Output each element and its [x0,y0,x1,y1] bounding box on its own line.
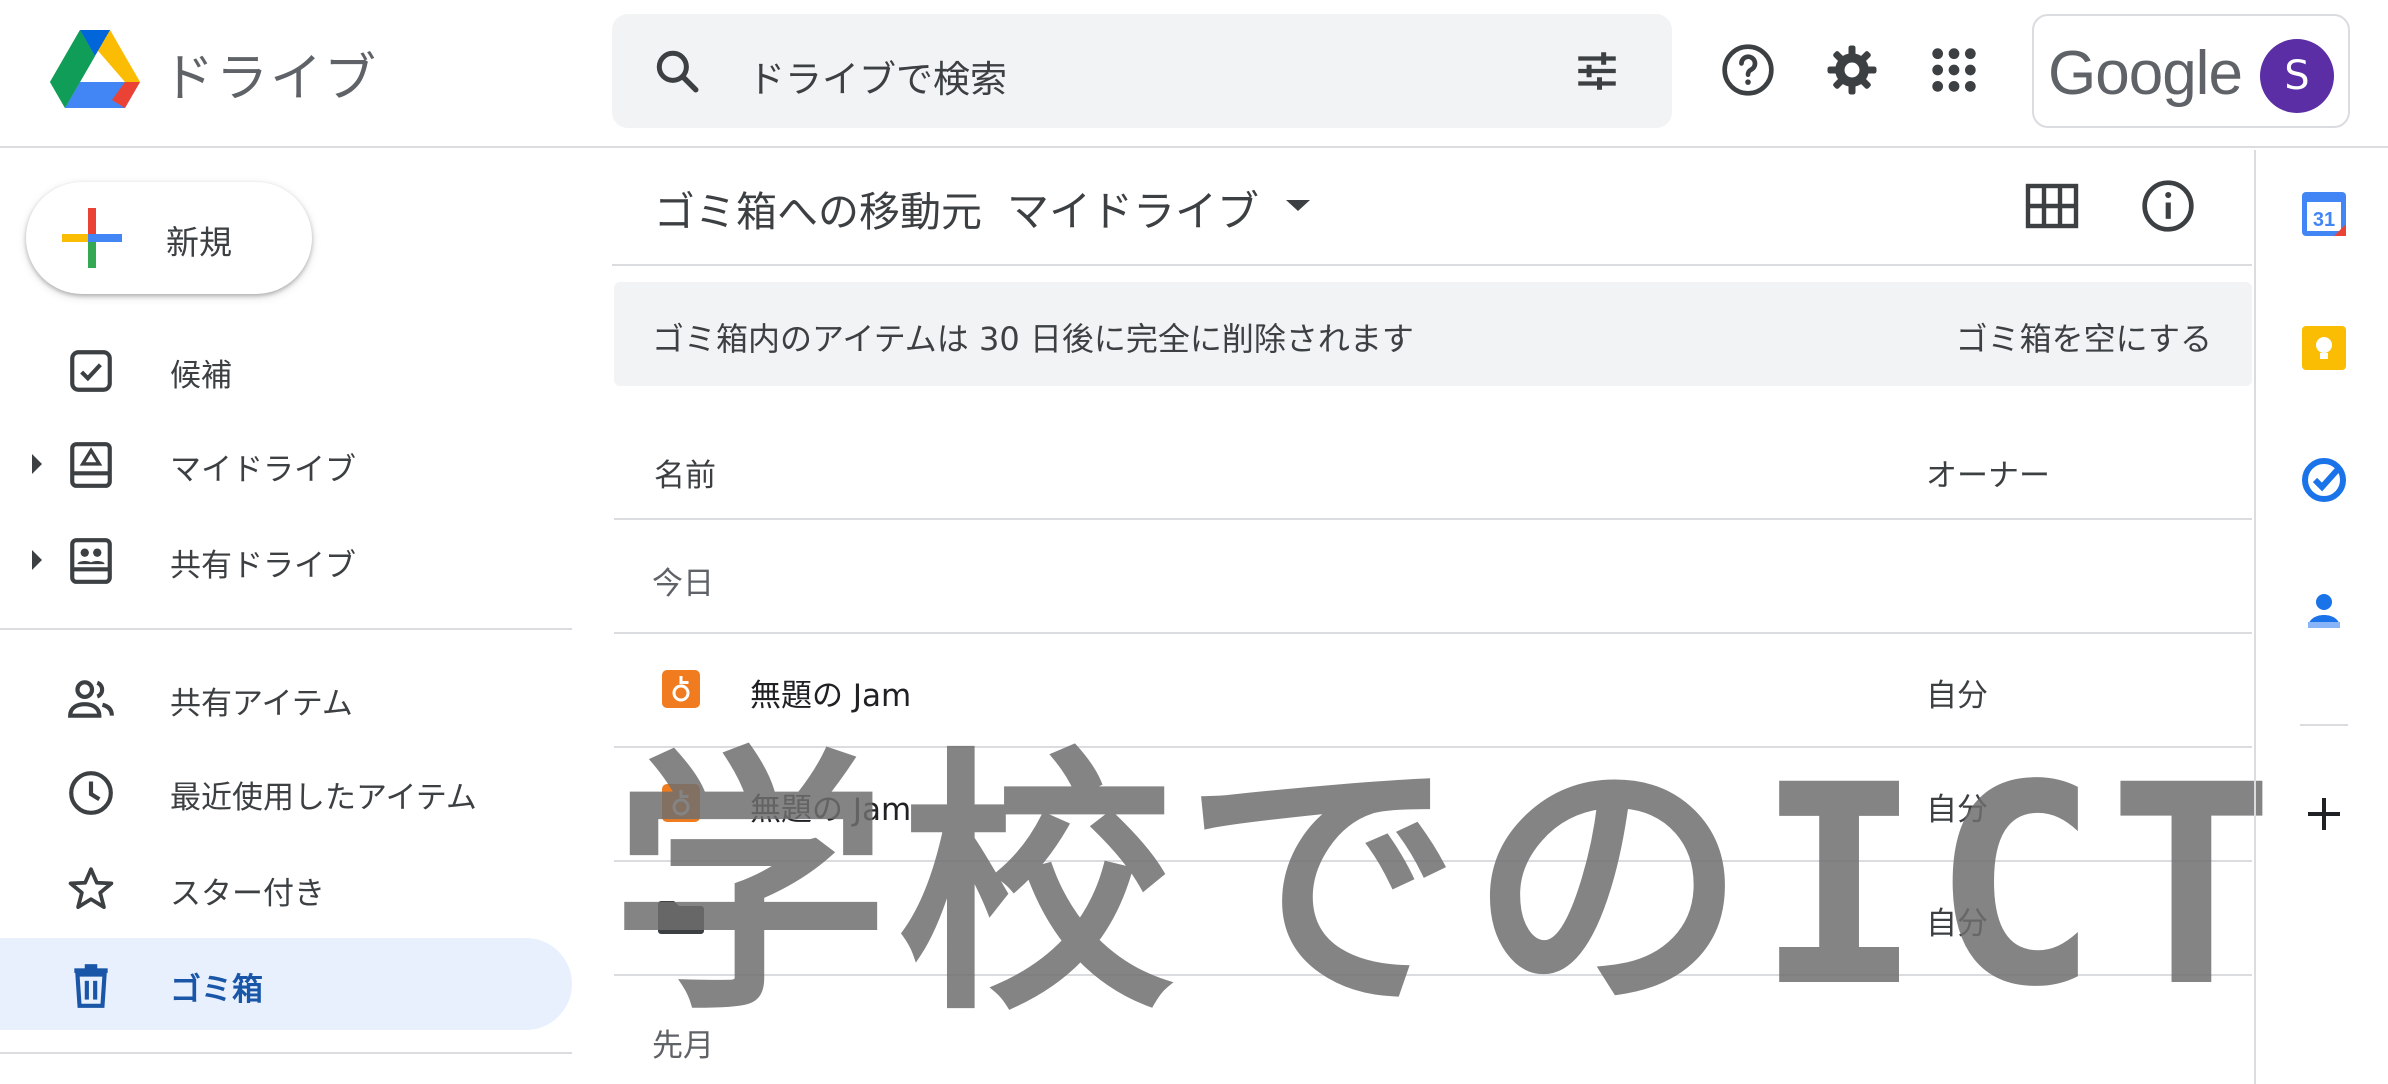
keep-icon[interactable] [2300,324,2348,372]
app-name[interactable]: ドライブ [162,36,378,111]
new-button-label: 新規 [166,223,232,262]
help-icon[interactable] [1720,42,1776,98]
column-header-name[interactable]: 名前 [654,450,716,495]
new-button[interactable]: 新規 [26,182,312,294]
divider [614,518,2252,520]
contacts-icon[interactable] [2300,588,2348,636]
table-row[interactable]: 無題の Jam 自分 [614,748,2252,860]
sidebar-item-label: 最近使用したアイテム [170,780,477,816]
section-label-last-month: 先月 [652,1028,714,1064]
jamboard-icon [662,784,700,822]
drive-logo-icon[interactable] [50,30,140,110]
avatar[interactable]: S [2260,39,2334,113]
sidebar-item-shared-drives[interactable]: 共有ドライブ [0,514,572,606]
sidebar-item-label: 候補 [170,358,232,394]
location-dropdown[interactable]: マイドライブ [1007,178,1259,239]
clock-icon [69,771,113,815]
file-name: 無題の Jam [750,678,912,714]
plus-icon [62,208,122,268]
sidebar-item-label: 共有アイテム [170,686,353,722]
svg-text:31: 31 [2313,209,2335,231]
search-options-icon[interactable] [1572,46,1622,96]
add-addon-icon[interactable] [2300,790,2348,838]
sidebar-item-recent[interactable]: 最近使用したアイテム [0,746,572,838]
column-header-owner[interactable]: オーナー [1926,450,2050,495]
sidebar-item-shared-with-me[interactable]: 共有アイテム [0,652,572,744]
search-bar[interactable]: ドライブで検索 [612,14,1672,128]
tasks-icon[interactable] [2300,456,2348,504]
account-switcher[interactable]: Google S [2032,14,2350,128]
table-row[interactable]: 無題の Jam 自分 [614,634,2252,746]
expand-arrow-icon[interactable] [30,548,44,572]
sidebar-item-my-drive[interactable]: マイドライブ [0,418,572,510]
google-wordmark: Google [2048,39,2243,108]
sidebar-item-starred[interactable]: スター付き [0,842,572,934]
apps-grid-icon[interactable] [1926,42,1982,98]
file-name: 無題の Jam [750,792,912,828]
side-panel-divider [2300,724,2348,726]
section-label-today: 今日 [652,566,714,602]
file-owner: 自分 [1926,792,1988,828]
sidebar-item-trash[interactable]: ゴミ箱 [0,938,572,1030]
sidebar-item-label: ゴミ箱 [170,972,263,1008]
file-owner: 自分 [1926,678,1988,714]
sidebar-item-label: マイドライブ [170,452,356,488]
sidebar-item-label: 共有ドライブ [170,548,356,584]
check-box-icon [70,350,112,392]
top-bar: ドライブ ドライブで検索 Google S [0,0,2388,148]
divider [614,974,2252,976]
page-title: ゴミ箱への移動元 マイドライブ [654,178,1259,239]
trash-icon [74,964,108,1008]
dropdown-caret-icon[interactable] [1284,198,1312,212]
side-panel: 31 [2254,150,2388,1084]
calendar-icon[interactable]: 31 [2300,190,2348,238]
shared-drives-icon [70,538,112,584]
grid-view-icon[interactable] [2024,180,2080,232]
settings-gear-icon[interactable] [1824,42,1880,98]
table-row[interactable]: 自分 [614,862,2252,974]
jamboard-icon [662,670,700,708]
empty-trash-button[interactable]: ゴミ箱を空にする [1956,314,2212,360]
page-title-prefix: ゴミ箱への移動元 [654,188,982,236]
sidebar-item-suggested[interactable]: 候補 [0,324,572,416]
people-icon [68,680,114,718]
sidebar-divider [0,628,572,630]
info-icon[interactable] [2140,178,2196,234]
sidebar-divider [0,1052,572,1054]
file-owner: 自分 [1926,906,1988,942]
trash-notice-text: ゴミ箱内のアイテムは 30 日後に完全に削除されます [652,320,1414,358]
sidebar-item-label: スター付き [170,876,325,912]
folder-icon [658,901,704,934]
expand-arrow-icon[interactable] [30,452,44,476]
search-icon[interactable] [652,46,702,96]
divider [612,264,2252,266]
star-icon [68,867,114,910]
my-drive-icon [70,442,112,488]
trash-notice-banner: ゴミ箱内のアイテムは 30 日後に完全に削除されます ゴミ箱を空にする [614,282,2252,386]
search-input[interactable]: ドライブで検索 [748,49,1007,103]
